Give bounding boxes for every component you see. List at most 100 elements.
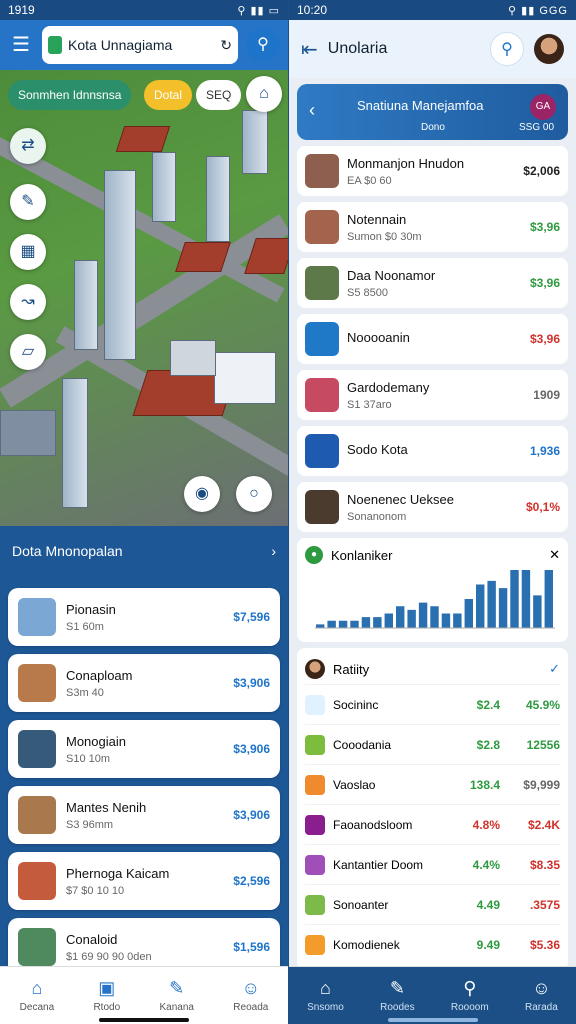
category-chip-active[interactable]: Sonmhen Idnnsnsa: [8, 80, 132, 110]
item-info: Daa Noonamor S5 8500: [347, 268, 522, 299]
search-text[interactable]: Kota Unnagiama: [68, 37, 214, 53]
chart-bar: [510, 570, 519, 628]
item-price: $3,906: [233, 808, 270, 822]
nav-item[interactable]: ☺ Reoada: [233, 978, 268, 1013]
rating-row[interactable]: Kantantier Doom 4.4% $8.35: [305, 844, 560, 884]
nav-label: Kanana: [159, 1002, 194, 1013]
item-subtitle: S5 8500: [347, 286, 388, 299]
item-subtitle: $1 69 90 90 0den: [66, 950, 152, 963]
item-thumbnail: [305, 434, 339, 468]
rating-label: Socininc: [333, 697, 379, 712]
list-item[interactable]: Daa Noonamor S5 8500 $3,96: [297, 258, 568, 308]
route-icon[interactable]: ⇄: [10, 128, 46, 164]
nav-item[interactable]: ✎ Roodes: [380, 978, 414, 1013]
banner[interactable]: ‹ Snatiuna Manejamfoa Dono SSG 00 GA: [297, 84, 568, 140]
avatar[interactable]: [534, 34, 564, 64]
nav-label: Roooom: [450, 1002, 489, 1013]
chevron-left-icon[interactable]: ‹: [309, 100, 315, 121]
category-icon: [305, 734, 325, 755]
search-box[interactable]: Kota Unnagiama ↻: [42, 26, 238, 64]
rating-row[interactable]: Komodienek 9.49 $5.36: [305, 924, 560, 964]
list-item[interactable]: Gardodemany S1 37aro 1909: [297, 370, 568, 420]
avatar: [305, 659, 325, 679]
chart-bar: [316, 624, 325, 628]
item-info: Gardodemany S1 37aro: [347, 380, 525, 411]
map-building[interactable]: [0, 410, 56, 456]
chart-bar: [396, 606, 405, 628]
rating-row[interactable]: Socininc $2.4 45.9%: [305, 684, 560, 724]
check-icon[interactable]: ✓: [549, 661, 560, 677]
item-price: $0,1%: [525, 500, 560, 514]
chart-bar: [487, 580, 496, 628]
list-item[interactable]: Conaploam S3m 40 $3,906: [8, 654, 280, 712]
nav-label: Rarada: [525, 1002, 558, 1013]
map-building[interactable]: [206, 156, 230, 242]
rating-row[interactable]: Cooodania $2.8 12556: [305, 724, 560, 764]
chart-bar: [350, 620, 359, 628]
crop-icon[interactable]: ▦: [10, 234, 46, 270]
map-building[interactable]: [214, 352, 276, 404]
rating-value-b: $5.36: [529, 937, 560, 952]
list-item[interactable]: Nooooanin $3,96: [297, 314, 568, 364]
category-chip[interactable]: Dotal: [144, 80, 193, 110]
rating-value-b: 45.9%: [525, 697, 560, 712]
item-info: Conaploam S3m 40: [66, 668, 223, 699]
item-thumbnail: [305, 490, 339, 524]
item-price: $3,96: [529, 220, 560, 234]
chevron-right-icon[interactable]: ›: [271, 543, 276, 559]
list-item[interactable]: Monmanjon Hnudon EA $0 60 $2,006: [297, 146, 568, 196]
nav-item[interactable]: ⌂ Snsomo: [307, 978, 344, 1013]
map-building[interactable]: [152, 152, 176, 222]
city-map[interactable]: Sonmhen Idnnsnsa Dotal SEQ ⌂ ⇄ ✎ ▦ ↝ ▱ ◉…: [0, 70, 288, 526]
right-list: Monmanjon Hnudon EA $0 60 $2,006 Notennain S…: [289, 146, 576, 532]
list-item[interactable]: Phernoga Kaicam $7 $0 10 10 $2,596: [8, 852, 280, 910]
menu-icon[interactable]: ☰: [8, 32, 34, 58]
list-item[interactable]: Mantes Nenih S3 96mm $3,906: [8, 786, 280, 844]
chart-bar: [521, 570, 531, 628]
search-button[interactable]: ⚲: [246, 28, 280, 62]
list-item[interactable]: Monogiain S10 10m $3,906: [8, 720, 280, 778]
nav-icon: ☺: [532, 978, 551, 998]
rating-row[interactable]: Vaoslao 138.4 $9,999: [305, 764, 560, 804]
map-icon[interactable]: ▱: [10, 334, 46, 370]
compass-icon[interactable]: ○: [236, 476, 272, 512]
location-icon[interactable]: ◉: [184, 476, 220, 512]
badge: GA: [530, 94, 556, 120]
nav-item[interactable]: ⌂ Decana: [20, 978, 54, 1013]
close-icon[interactable]: ✕: [549, 547, 560, 563]
nav-item[interactable]: ☺ Rarada: [525, 978, 558, 1013]
category-icon: [305, 774, 325, 795]
rating-label: Komodienek: [333, 937, 400, 952]
map-building[interactable]: [242, 110, 268, 174]
home-indicator: [99, 1018, 189, 1022]
refresh-icon[interactable]: ↻: [220, 37, 232, 54]
list-item[interactable]: Noenenec Ueksee Sonanonom $0,1%: [297, 482, 568, 532]
tower-building[interactable]: [62, 378, 88, 508]
search-button[interactable]: ⚲: [490, 32, 524, 66]
item-subtitle: $7 $0 10 10: [66, 884, 125, 897]
tower-building[interactable]: [104, 170, 136, 360]
item-subtitle: S1 37aro: [347, 398, 392, 411]
nav-item[interactable]: ✎ Kanana: [159, 978, 193, 1013]
item-subtitle: S1 60m: [66, 620, 104, 633]
map-building[interactable]: [74, 260, 98, 350]
tool-icon[interactable]: ✎: [10, 184, 46, 220]
rating-row[interactable]: Faoanodsloom 4.8% $2.4K: [305, 804, 560, 844]
nav-item[interactable]: ▣ Rtodo: [93, 978, 120, 1013]
map-pin-icon: [48, 36, 62, 54]
section-header[interactable]: Dota Mnonopalan ›: [0, 526, 288, 576]
path-icon[interactable]: ↝: [10, 284, 46, 320]
item-thumbnail: [305, 378, 339, 412]
category-icon: [305, 694, 325, 715]
rating-label: Sonoanter: [333, 897, 389, 912]
layers-icon[interactable]: ⌂: [246, 76, 282, 112]
list-item[interactable]: Notennain Sumon $0 30m $3,96: [297, 202, 568, 252]
rating-row[interactable]: Sonoanter 4.49 .3575: [305, 884, 560, 924]
map-building[interactable]: [170, 340, 216, 376]
chart-bar: [441, 613, 451, 628]
list-item[interactable]: Sodo Kota 1,936: [297, 426, 568, 476]
category-chip[interactable]: SEQ: [196, 80, 242, 110]
nav-item[interactable]: ⚲ Roooom: [451, 978, 489, 1013]
back-icon[interactable]: ⇤: [301, 37, 318, 62]
list-item[interactable]: Pionasin S1 60m $7,596: [8, 588, 280, 646]
